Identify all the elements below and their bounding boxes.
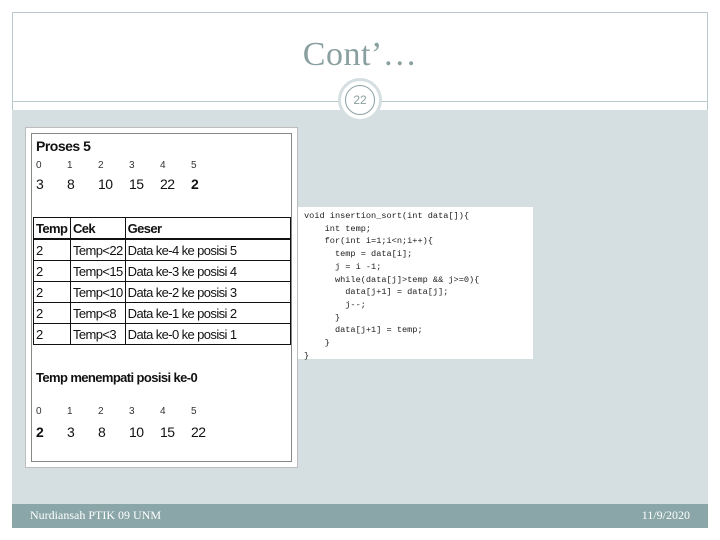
column-header: Cek xyxy=(70,217,126,240)
value-cell: 10 xyxy=(129,424,144,440)
table-cell: Data ke-1 ke posisi 2 xyxy=(124,302,291,324)
index-cell: 5 xyxy=(191,160,197,171)
table-cell: 2 xyxy=(33,238,71,261)
value-cell: 8 xyxy=(67,176,75,192)
table-cell: Data ke-4 ke posisi 5 xyxy=(124,238,291,261)
table-header-row: Temp Cek Geser xyxy=(33,217,291,240)
index-cell: 1 xyxy=(67,406,73,417)
code-line: void insertion_sort(int data[]){ xyxy=(304,211,470,221)
code-line: } xyxy=(304,312,341,323)
table-cell: Data ke-2 ke posisi 3 xyxy=(124,281,291,303)
code-line: for(int i=1;i<n;i++){ xyxy=(304,236,433,247)
value-cell: 15 xyxy=(129,176,144,192)
shift-table: Temp Cek Geser 2 Temp<22 Data ke-4 ke po… xyxy=(33,217,291,345)
table-row: 2 Temp<3 Data ke-0 ke posisi 1 xyxy=(33,323,291,345)
table-cell: Temp<10 xyxy=(70,281,126,303)
value-cell: 8 xyxy=(98,424,106,440)
value-row-before: 3 8 10 15 22 2 xyxy=(36,176,222,192)
index-cell: 5 xyxy=(191,406,197,417)
code-line: while(data[j]>temp && j>=0){ xyxy=(304,274,480,285)
value-cell: 22 xyxy=(160,176,175,192)
figure-note: Temp menempati posisi ke-0 xyxy=(36,370,198,385)
table-row: 2 Temp<22 Data ke-4 ke posisi 5 xyxy=(33,238,291,261)
index-cell: 0 xyxy=(36,406,42,417)
column-header: Geser xyxy=(124,217,291,240)
column-header: Temp xyxy=(33,217,71,240)
code-line: temp = data[i]; xyxy=(304,249,413,260)
table-row: 2 Temp<15 Data ke-3 ke posisi 4 xyxy=(33,260,291,282)
page-number-badge: 22 xyxy=(338,78,382,122)
table-cell: Temp<8 xyxy=(70,302,126,324)
value-cell-placed: 2 xyxy=(36,424,44,440)
code-line: data[j+1] = data[j]; xyxy=(304,287,449,298)
table-cell: 2 xyxy=(33,302,71,324)
table-cell: Temp<15 xyxy=(70,260,126,282)
value-row-after: 2 3 8 10 15 22 xyxy=(36,424,222,440)
table-row: 2 Temp<8 Data ke-1 ke posisi 2 xyxy=(33,302,291,324)
code-line: j--; xyxy=(304,299,366,310)
code-line: } xyxy=(304,350,310,361)
insertion-sort-figure: Proses 5 0 1 2 3 4 5 3 8 10 15 22 2 Temp… xyxy=(25,127,298,468)
index-cell: 1 xyxy=(67,160,73,171)
code-line: } xyxy=(304,338,330,349)
footer-date: 11/9/2020 xyxy=(641,508,690,522)
footer-author: Nurdiansah PTIK 09 UNM xyxy=(30,508,161,522)
table-cell: 2 xyxy=(33,260,71,282)
table-cell: 2 xyxy=(33,281,71,303)
index-cell: 2 xyxy=(98,406,104,417)
index-cell: 3 xyxy=(129,406,135,417)
code-snippet: void insertion_sort(int data[]){ int tem… xyxy=(298,207,533,361)
index-cell: 4 xyxy=(160,406,166,417)
value-cell: 22 xyxy=(191,424,206,440)
index-cell: 0 xyxy=(36,160,42,171)
value-cell: 15 xyxy=(160,424,175,440)
index-cell: 3 xyxy=(129,160,135,171)
table-cell: Data ke-0 ke posisi 1 xyxy=(124,323,291,345)
slide-title: Cont’… xyxy=(302,36,418,73)
table-cell: Temp<3 xyxy=(70,323,126,345)
value-cell: 3 xyxy=(36,176,44,192)
index-row-before: 0 1 2 3 4 5 xyxy=(36,160,222,171)
index-cell: 2 xyxy=(98,160,104,171)
index-cell: 4 xyxy=(160,160,166,171)
code-line: j = i -1; xyxy=(304,261,382,272)
value-cell: 10 xyxy=(98,176,113,192)
table-cell: 2 xyxy=(33,323,71,345)
code-line: data[j+1] = temp; xyxy=(304,325,423,336)
table-cell: Data ke-3 ke posisi 4 xyxy=(124,260,291,282)
page-number: 22 xyxy=(345,85,375,115)
code-line: int temp; xyxy=(304,223,372,234)
table-cell: Temp<22 xyxy=(70,238,126,261)
index-row-after: 0 1 2 3 4 5 xyxy=(36,406,222,417)
figure-heading: Proses 5 xyxy=(36,138,91,154)
table-row: 2 Temp<10 Data ke-2 ke posisi 3 xyxy=(33,281,291,303)
value-cell: 3 xyxy=(67,424,75,440)
value-cell-current: 2 xyxy=(191,176,199,192)
